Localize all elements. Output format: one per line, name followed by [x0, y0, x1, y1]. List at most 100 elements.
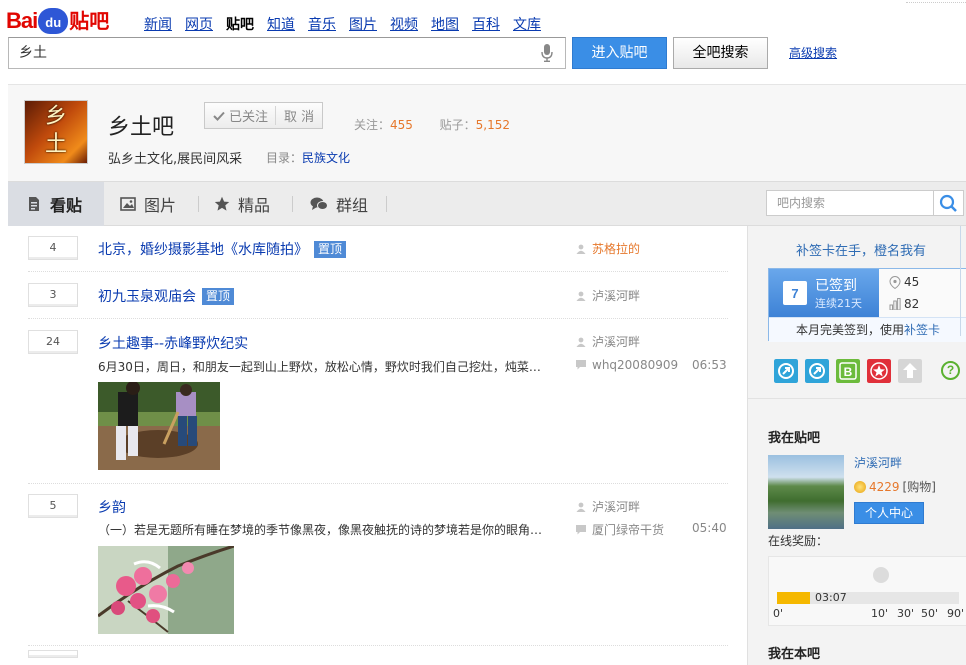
- coin-value: 4229: [869, 479, 900, 494]
- sign-promo[interactable]: 补签卡在手，橙名我有: [796, 240, 926, 259]
- user-name[interactable]: 泸溪河畔: [854, 454, 902, 471]
- online-reward-panel: 03:07 0' 10' 30' 50' 90': [768, 556, 966, 626]
- nav-tieba[interactable]: 贴吧: [226, 14, 254, 34]
- forum-tabs: 看贴 图片 精品 群组 吧内搜索: [8, 181, 966, 226]
- nav-video[interactable]: 视频: [390, 14, 418, 34]
- makeup-card-link[interactable]: 补签卡: [904, 323, 940, 337]
- last-reply-user[interactable]: whq20080909: [576, 358, 678, 372]
- star-icon: [214, 196, 230, 211]
- signed-in-button[interactable]: 7 已签到 连续21天: [769, 269, 879, 317]
- author-name: 泸溪河畔: [592, 289, 641, 303]
- thread-author[interactable]: 泸溪河畔: [576, 287, 640, 304]
- enter-tieba-button[interactable]: 进入贴吧: [572, 37, 667, 69]
- sign-rank: 45: [889, 275, 919, 289]
- sidebar-divider: [748, 398, 966, 399]
- personal-center-button[interactable]: 个人中心: [854, 502, 924, 524]
- help-icon[interactable]: ?: [941, 361, 960, 380]
- search-input[interactable]: 乡土: [8, 37, 566, 69]
- b-badge-icon[interactable]: B: [836, 359, 860, 383]
- online-reward-label: 在线奖励：: [768, 534, 829, 548]
- last-reply-user[interactable]: 厦门绿帝干货: [576, 521, 664, 538]
- post-count: 5,152: [475, 118, 510, 132]
- thread-author[interactable]: 泸溪河畔: [576, 333, 640, 350]
- thread-item: 24 乡土趣事--赤峰野炊纪实 泸溪河畔 6月30日，周日，和朋友一起到山上野炊…: [28, 319, 728, 484]
- thread-author[interactable]: 泸溪河畔: [576, 498, 640, 515]
- sign-in-panel: 7 已签到 连续21天 45 82 本月完美签到，使用补签卡: [768, 268, 966, 342]
- star-badge-icon[interactable]: [867, 359, 891, 383]
- search-input-value: 乡土: [19, 45, 47, 61]
- forum-avatar-char-2: 土: [44, 132, 67, 157]
- svg-text:B: B: [844, 365, 853, 379]
- checkmark-icon: [213, 111, 225, 121]
- thread-item: 5 乡韵 泸溪河畔 （一）若是无题所有睡在梦境的季节像黑夜，像黑夜触抚的诗的梦境…: [28, 484, 728, 646]
- forum-avatar[interactable]: 乡 土: [24, 100, 88, 164]
- comment-icon: [576, 360, 586, 370]
- coin-icon: [854, 480, 866, 493]
- last-reply-name: 厦门绿帝干货: [592, 523, 665, 537]
- share-arrow-icon[interactable]: [774, 359, 798, 383]
- search-all-button[interactable]: 全吧搜索: [673, 37, 768, 69]
- follow-control: 已关注 取 消: [204, 102, 324, 129]
- advanced-search-link[interactable]: 高级搜索: [789, 44, 837, 61]
- user-coins: 4229 [购物]: [854, 478, 936, 495]
- top-right-divider: [906, 0, 966, 3]
- forum-search-input[interactable]: 吧内搜索: [766, 190, 934, 216]
- sign-rank-value: 45: [904, 275, 920, 289]
- forum-slogan: 弘乡土文化,展民间风采: [108, 152, 243, 167]
- user-avatar[interactable]: [768, 455, 844, 529]
- nav-map[interactable]: 地图: [431, 14, 459, 34]
- unfollow-button[interactable]: 取 消: [276, 106, 322, 125]
- thread-title[interactable]: 初九玉泉观庙会 置顶: [98, 286, 235, 306]
- sidebar: 补签卡在手，橙名我有 7 已签到 连续21天 45 82 本月完美签到，使用补签…: [747, 226, 966, 665]
- chat-icon: [310, 197, 328, 210]
- tick-label: 0': [773, 607, 784, 620]
- tab-posts-label: 看贴: [50, 196, 83, 215]
- nav-news[interactable]: 新闻: [144, 14, 172, 34]
- tab-divider: [198, 196, 199, 212]
- thread-thumbnail-picnic[interactable]: [98, 382, 220, 470]
- forum-search-button[interactable]: [934, 190, 964, 216]
- upload-icon[interactable]: [898, 359, 922, 383]
- nav-music[interactable]: 音乐: [308, 14, 336, 34]
- document-icon: [29, 197, 39, 211]
- shop-link[interactable]: [购物]: [903, 478, 936, 495]
- thread-title[interactable]: 乡土趣事--赤峰野炊纪实: [98, 333, 248, 353]
- thread-thumbnail-blossom[interactable]: [98, 546, 234, 634]
- followed-button[interactable]: 已关注: [205, 106, 277, 125]
- reply-count: 3: [28, 283, 78, 307]
- forum-avatar-char-1: 乡: [44, 104, 67, 129]
- tick-label: 10': [871, 607, 889, 620]
- reply-count: 5: [28, 494, 78, 518]
- tab-groups[interactable]: 群组: [310, 182, 368, 226]
- nav-zhidao[interactable]: 知道: [267, 14, 295, 34]
- logo-du-paw: du: [38, 8, 69, 34]
- thread-title[interactable]: 北京，婚纱摄影基地《水库随拍》 置顶: [98, 239, 347, 259]
- online-progress-track: [777, 592, 959, 604]
- forum-catalog: 目录：民族文化: [266, 149, 350, 166]
- sign-streak: 连续21天: [815, 297, 862, 310]
- nav-images[interactable]: 图片: [349, 14, 377, 34]
- my-tieba-title: 我在贴吧: [768, 431, 821, 446]
- thread-title-text: 初九玉泉观庙会: [98, 289, 196, 305]
- follow-count-label: 关注：: [354, 118, 391, 132]
- author-name: 泸溪河畔: [592, 335, 641, 349]
- followed-label: 已关注: [229, 110, 269, 125]
- search-icon: [939, 194, 957, 212]
- tab-featured[interactable]: 精品: [214, 182, 270, 226]
- thread-author[interactable]: 苏格拉的: [576, 240, 640, 257]
- logo-tieba: 贴吧: [69, 9, 110, 33]
- baidu-tieba-logo[interactable]: Bai du 贴吧: [6, 4, 109, 34]
- sign-count-value: 82: [904, 297, 920, 311]
- catalog-link[interactable]: 民族文化: [302, 151, 350, 165]
- post-count-label: 贴子：: [439, 118, 476, 132]
- refresh-icon[interactable]: [805, 359, 829, 383]
- thread-title[interactable]: 乡韵: [98, 497, 126, 517]
- nav-web[interactable]: 网页: [185, 14, 213, 34]
- tab-images[interactable]: 图片: [120, 182, 176, 226]
- nav-baike[interactable]: 百科: [472, 14, 500, 34]
- thread-item: 3 初九玉泉观庙会 置顶 泸溪河畔: [28, 272, 728, 319]
- reply-count-partial: [28, 650, 78, 658]
- nav-wenku[interactable]: 文库: [513, 14, 541, 34]
- microphone-icon[interactable]: [541, 44, 553, 62]
- tab-posts[interactable]: 看贴: [8, 182, 104, 226]
